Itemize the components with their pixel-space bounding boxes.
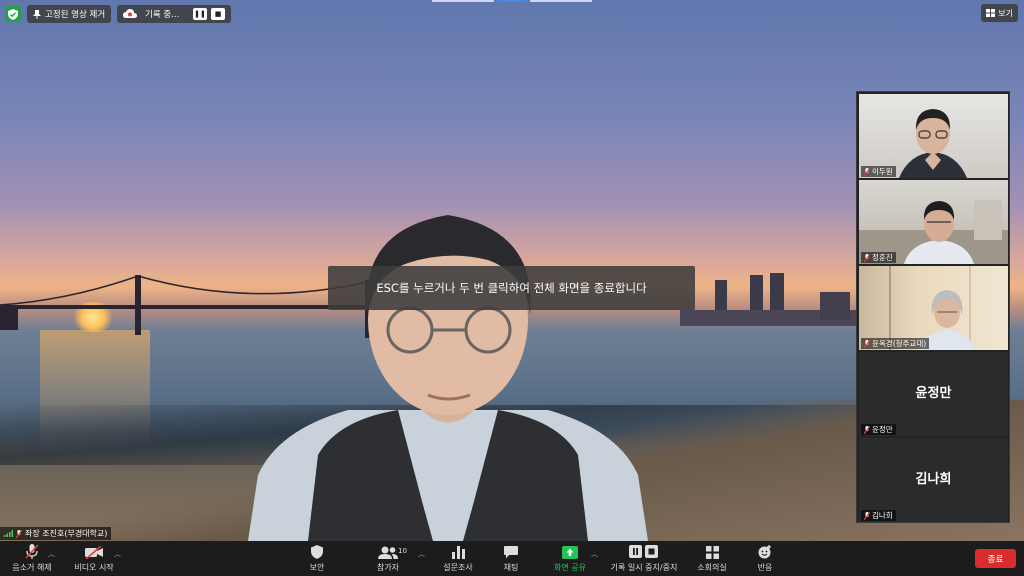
chevron-up-icon[interactable]: ︿ [48,549,55,559]
participant-name-label: 정훈진 [872,253,893,262]
reactions-button[interactable]: 반응 [752,541,778,576]
chevron-up-icon[interactable]: ︿ [418,549,425,559]
end-meeting-label: 종료 [987,554,1004,565]
participant-tile[interactable]: 윤정만 윤정만 [859,352,1008,436]
top-strip [432,0,494,2]
chat-label: 채팅 [503,563,519,572]
cloud-record-icon [123,9,137,18]
meeting-toolbar: 음소거 해제 ︿ 비디오 시작 ︿ 보안 참가자 10 ︿ 설문조사 채팅 화면… [0,541,1024,576]
mic-muted-icon [864,425,870,434]
security-label: 보안 [309,563,325,572]
mic-muted-icon [16,529,22,538]
mic-muted-icon [864,511,870,520]
participant-display-name: 윤정만 [915,386,952,401]
stop-recording-icon[interactable]: ■ [211,8,225,20]
poll-label: 설문조사 [443,563,473,572]
breakout-rooms-button[interactable]: 소회의실 [694,541,730,576]
participants-count: 10 [398,547,407,555]
participant-name-label: 김나희 [872,511,893,520]
speaker-video [248,215,648,541]
participants-icon [378,546,398,559]
participant-name-label: 윤옥경(청주교대) [872,339,927,348]
participant-name: 이두원 [861,166,896,177]
participant-name: 김나희 [861,510,896,521]
encryption-shield-icon[interactable] [5,6,21,22]
recording-label: 기록 중... [145,10,180,20]
recording-indicator: 기록 중... ❚❚ ■ [117,5,231,23]
speaker-name: 좌장 조진호(부경대학교) [25,529,108,538]
participant-gallery: 이두원 정훈진 윤옥경(청주교대) 윤정만 윤정만 김나희 김나희 [856,91,1010,523]
participant-name: 윤옥경(청주교대) [861,338,930,349]
breakout-rooms-label: 소회의실 [697,563,727,572]
video-off-icon [85,546,103,559]
poll-button[interactable]: 설문조사 [440,541,476,576]
participant-name: 윤정만 [861,424,896,435]
participant-display-name: 김나희 [915,472,952,487]
mic-muted-icon [864,339,870,348]
start-video-label: 비디오 시작 [74,563,114,572]
unpin-video-button[interactable]: 고정된 영상 제거 [27,5,112,23]
signal-strength-icon [4,530,13,537]
participant-tile[interactable]: 정훈진 [859,180,1008,264]
chat-bubble-icon [504,546,518,559]
share-screen-icon [562,546,578,559]
share-screen-button[interactable]: 화면 공유 [550,541,590,576]
chat-button[interactable]: 채팅 [498,541,524,576]
pause-stop-recording-icon [629,545,658,558]
participant-name-label: 윤정만 [872,425,893,434]
mic-muted-icon [25,544,39,559]
fullscreen-exit-text: ESC를 누르거나 두 번 클릭하여 전체 화면을 종료합니다 [376,281,647,295]
bar-chart-icon [451,546,465,559]
top-strip-active [497,0,527,2]
fullscreen-exit-banner: ESC를 누르거나 두 번 클릭하여 전체 화면을 종료합니다 [328,266,695,310]
recording-controls-label: 기록 일시 중지/중지 [610,563,678,572]
city-skyline [680,273,860,326]
reactions-label: 반응 [757,563,773,572]
participant-tile[interactable]: 이두원 [859,94,1008,178]
mic-muted-icon [864,167,870,176]
smiley-plus-icon [758,545,771,559]
view-label: 보기 [998,8,1013,18]
unpin-label: 고정된 영상 제거 [45,10,106,20]
view-button[interactable]: 보기 [981,4,1018,22]
unmute-label: 음소거 해제 [12,563,52,572]
shield-icon [311,545,323,559]
pause-recording-icon[interactable]: ❚❚ [193,8,207,20]
security-button[interactable]: 보안 [302,541,332,576]
participants-label: 참가자 [376,563,400,572]
recording-controls-button[interactable]: 기록 일시 중지/중지 [606,541,682,576]
grid-view-icon [986,9,996,17]
participant-tile[interactable]: 김나희 김나희 [859,438,1008,522]
top-strip [530,0,592,2]
chevron-up-icon[interactable]: ︿ [591,549,598,559]
pin-icon [33,9,41,19]
chevron-up-icon[interactable]: ︿ [114,549,121,559]
mic-muted-icon [864,253,870,262]
speaker-name-bar: 좌장 조진호(부경대학교) [0,527,112,540]
end-meeting-button[interactable]: 종료 [975,549,1016,568]
share-screen-label: 화면 공유 [554,563,586,572]
participant-name-label: 이두원 [872,167,893,176]
start-video-button[interactable]: 비디오 시작 [68,541,120,576]
breakout-rooms-icon [705,546,719,559]
participant-name: 정훈진 [861,252,896,263]
participant-tile[interactable]: 윤옥경(청주교대) [859,266,1008,350]
